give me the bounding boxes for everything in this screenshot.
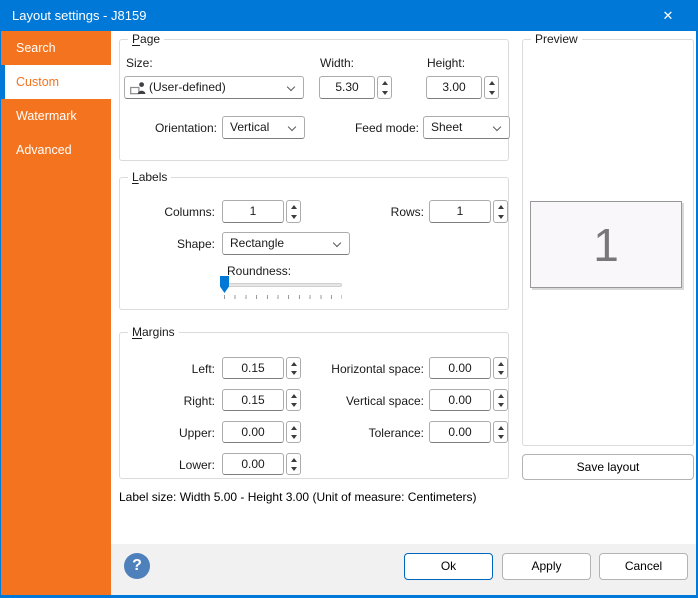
apply-button[interactable]: Apply — [502, 553, 591, 580]
height-input[interactable]: 3.00 — [426, 76, 482, 99]
sidebar: Search Custom Watermark Advanced — [1, 31, 111, 596]
preview-group-title: Preview — [531, 32, 582, 46]
spin-down-button[interactable] — [287, 211, 300, 222]
layout-settings-dialog: Layout settings - J8159 ✕ Search Custom … — [0, 0, 698, 598]
spin-down-button[interactable] — [494, 431, 507, 442]
close-icon: ✕ — [663, 8, 674, 23]
roundness-label: Roundness: — [227, 264, 291, 278]
horizontal-space-label: Horizontal space: — [300, 358, 424, 380]
width-input[interactable]: 5.30 — [319, 76, 375, 99]
margin-right-spinner — [286, 389, 301, 411]
shape-label: Shape: — [120, 233, 215, 255]
spin-down-button[interactable] — [287, 367, 300, 378]
vertical-space-input[interactable]: 0.00 — [429, 389, 491, 411]
page-group: Page Size: Width: Height: (User-defined)… — [119, 39, 509, 161]
size-value: (User-defined) — [149, 80, 226, 94]
margin-lower-label: Lower: — [120, 454, 215, 476]
width-label: Width: — [320, 56, 354, 70]
sidebar-item-advanced[interactable]: Advanced — [1, 133, 111, 167]
orientation-label: Orientation: — [120, 117, 217, 139]
sidebar-item-watermark[interactable]: Watermark — [1, 99, 111, 133]
vertical-space-label: Vertical space: — [300, 390, 424, 412]
margin-left-input[interactable]: 0.15 — [222, 357, 284, 379]
height-label: Height: — [427, 56, 465, 70]
horizontal-space-spinner — [493, 357, 508, 379]
margin-lower-input[interactable]: 0.00 — [222, 453, 284, 475]
roundness-slider-thumb[interactable] — [220, 276, 229, 293]
size-label: Size: — [126, 56, 153, 70]
close-button[interactable]: ✕ — [650, 1, 686, 31]
footer-bar: ? Ok Apply Cancel — [111, 544, 697, 596]
labels-group-title: Labels — [128, 170, 171, 184]
margin-upper-label: Upper: — [120, 422, 215, 444]
page-group-title: Page — [128, 32, 164, 46]
window-title: Layout settings - J8159 — [12, 1, 146, 31]
title-bar: Layout settings - J8159 ✕ — [1, 1, 696, 31]
feed-mode-label: Feed mode: — [320, 117, 419, 139]
user-defined-size-icon — [130, 81, 146, 95]
rows-label: Rows: — [330, 201, 424, 223]
spin-down-button[interactable] — [287, 399, 300, 410]
label-preview: 1 — [530, 201, 682, 288]
feed-mode-value: Sheet — [431, 120, 462, 134]
question-mark-glyph: ? — [132, 557, 142, 574]
rows-input[interactable]: 1 — [429, 200, 491, 223]
columns-input[interactable]: 1 — [222, 200, 284, 223]
chevron-down-icon — [493, 123, 501, 131]
sidebar-item-search[interactable]: Search — [1, 31, 111, 65]
margin-left-label: Left: — [120, 358, 215, 380]
orientation-select[interactable]: Vertical — [222, 116, 305, 139]
columns-spinner — [286, 200, 301, 223]
spin-down-button[interactable] — [287, 431, 300, 442]
vertical-space-spinner — [493, 389, 508, 411]
tolerance-spinner — [493, 421, 508, 443]
shape-select[interactable]: Rectangle — [222, 232, 350, 255]
spin-down-button[interactable] — [485, 87, 498, 98]
margin-left-spinner — [286, 357, 301, 379]
horizontal-space-input[interactable]: 0.00 — [429, 357, 491, 379]
preview-group: Preview 1 — [522, 39, 694, 446]
slider-ticks — [224, 295, 342, 299]
shape-value: Rectangle — [230, 236, 284, 250]
spin-down-button[interactable] — [287, 463, 300, 474]
margin-right-input[interactable]: 0.15 — [222, 389, 284, 411]
margin-upper-spinner — [286, 421, 301, 443]
tolerance-label: Tolerance: — [300, 422, 424, 444]
chevron-down-icon — [333, 239, 341, 247]
spin-down-button[interactable] — [378, 87, 391, 98]
size-select[interactable]: (User-defined) — [124, 76, 304, 99]
labels-group: Labels Columns: 1 Rows: 1 Shape: Rectang… — [119, 177, 509, 310]
chevron-down-icon — [287, 83, 295, 91]
save-layout-button[interactable]: Save layout — [522, 454, 694, 480]
margins-group: Margins Left: 0.15 Right: 0.15 Upper: 0.… — [119, 332, 509, 479]
ok-button[interactable]: Ok — [404, 553, 493, 580]
feed-mode-select[interactable]: Sheet — [423, 116, 510, 139]
width-spinner — [377, 76, 392, 99]
spin-down-button[interactable] — [494, 367, 507, 378]
margin-lower-spinner — [286, 453, 301, 475]
chevron-down-icon — [288, 123, 296, 131]
cancel-button[interactable]: Cancel — [599, 553, 688, 580]
tolerance-input[interactable]: 0.00 — [429, 421, 491, 443]
spin-down-button[interactable] — [494, 211, 507, 222]
height-spinner — [484, 76, 499, 99]
help-icon[interactable]: ? — [124, 553, 150, 579]
margin-upper-input[interactable]: 0.00 — [222, 421, 284, 443]
roundness-slider-track[interactable] — [222, 283, 342, 287]
margin-right-label: Right: — [120, 390, 215, 412]
orientation-value: Vertical — [230, 120, 269, 134]
spin-down-button[interactable] — [494, 399, 507, 410]
columns-label: Columns: — [120, 201, 215, 223]
label-number: 1 — [593, 218, 619, 272]
sidebar-item-custom[interactable]: Custom — [1, 65, 111, 99]
margins-group-title: Margins — [128, 325, 179, 339]
rows-spinner — [493, 200, 508, 223]
label-size-status: Label size: Width 5.00 - Height 3.00 (Un… — [119, 490, 477, 504]
